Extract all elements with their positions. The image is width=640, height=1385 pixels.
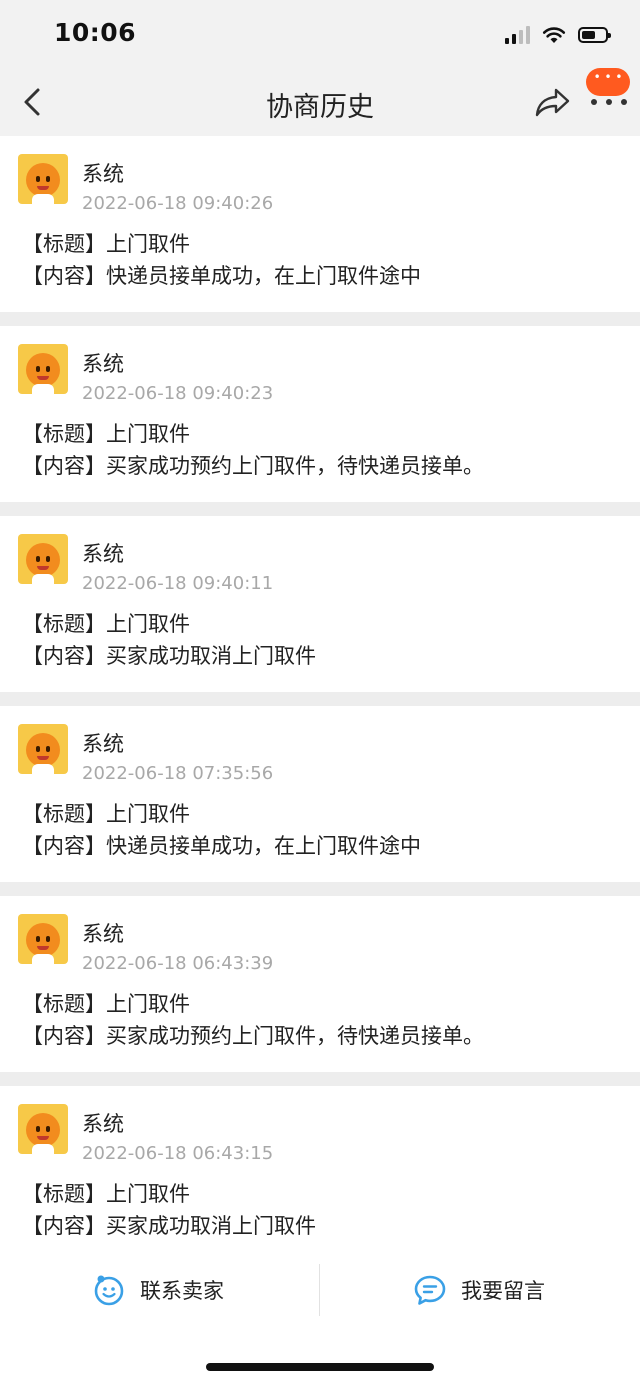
bottom-action-bar: 联系卖家 我要留言 xyxy=(0,1248,640,1385)
battery-icon xyxy=(578,27,611,43)
system-avatar xyxy=(18,1104,68,1154)
message-card: 系统 2022-06-18 06:43:15 【标题】上门取件 【内容】买家成功… xyxy=(0,1086,640,1262)
message-title: 【标题】上门取件 xyxy=(22,802,190,826)
more-dots xyxy=(591,99,627,107)
share-icon[interactable] xyxy=(534,86,572,118)
leave-message-button[interactable]: 我要留言 xyxy=(413,1264,545,1316)
bottom-divider xyxy=(319,1264,320,1316)
message-content: 【内容】快递员接单成功，在上门取件途中 xyxy=(22,834,421,858)
contact-seller-label: 联系卖家 xyxy=(140,1279,224,1303)
message-timestamp: 2022-06-18 07:35:56 xyxy=(82,763,274,784)
wifi-icon xyxy=(542,27,566,43)
message-card: 系统 2022-06-18 09:40:26 【标题】上门取件 【内容】快递员接… xyxy=(0,136,640,312)
message-title: 【标题】上门取件 xyxy=(22,422,190,446)
message-card: 系统 2022-06-18 09:40:23 【标题】上门取件 【内容】买家成功… xyxy=(0,326,640,502)
nav-bar: 协商历史 xyxy=(0,68,640,136)
message-bubble-icon xyxy=(414,1275,446,1305)
message-timestamp: 2022-06-18 09:40:23 xyxy=(82,383,274,404)
message-content: 【内容】买家成功取消上门取件 xyxy=(22,1214,316,1238)
message-content: 【内容】买家成功预约上门取件，待快递员接单。 xyxy=(22,1024,484,1048)
system-avatar xyxy=(18,914,68,964)
message-timestamp: 2022-06-18 06:43:15 xyxy=(82,1143,274,1164)
message-sender: 系统 xyxy=(82,922,124,946)
leave-message-label: 我要留言 xyxy=(461,1279,545,1303)
message-content: 【内容】买家成功预约上门取件，待快递员接单。 xyxy=(22,454,484,478)
message-card: 系统 2022-06-18 09:40:11 【标题】上门取件 【内容】买家成功… xyxy=(0,516,640,692)
home-indicator[interactable] xyxy=(206,1363,434,1371)
system-avatar xyxy=(18,344,68,394)
message-title: 【标题】上门取件 xyxy=(22,232,190,256)
more-badge xyxy=(586,68,630,96)
message-content: 【内容】买家成功取消上门取件 xyxy=(22,644,316,668)
status-bar: 10:06 xyxy=(0,0,640,68)
signal-icon xyxy=(505,26,530,44)
system-avatar xyxy=(18,154,68,204)
status-time: 10:06 xyxy=(54,18,137,47)
message-sender: 系统 xyxy=(82,162,124,186)
message-content: 【内容】快递员接单成功，在上门取件途中 xyxy=(22,264,421,288)
status-icons xyxy=(505,22,611,48)
message-timestamp: 2022-06-18 09:40:26 xyxy=(82,193,274,214)
message-sender: 系统 xyxy=(82,1112,124,1136)
message-timestamp: 2022-06-18 06:43:39 xyxy=(82,953,274,974)
message-sender: 系统 xyxy=(82,352,124,376)
message-sender: 系统 xyxy=(82,542,124,566)
message-title: 【标题】上门取件 xyxy=(22,1182,190,1206)
system-avatar xyxy=(18,534,68,584)
message-card: 系统 2022-06-18 06:43:39 【标题】上门取件 【内容】买家成功… xyxy=(0,896,640,1072)
message-card: 系统 2022-06-18 07:35:56 【标题】上门取件 【内容】快递员接… xyxy=(0,706,640,882)
system-avatar xyxy=(18,724,68,774)
smile-chat-icon xyxy=(94,1275,124,1306)
message-sender: 系统 xyxy=(82,732,124,756)
message-timestamp: 2022-06-18 09:40:11 xyxy=(82,573,274,594)
message-title: 【标题】上门取件 xyxy=(22,612,190,636)
contact-seller-button[interactable]: 联系卖家 xyxy=(92,1264,224,1316)
message-title: 【标题】上门取件 xyxy=(22,992,190,1016)
